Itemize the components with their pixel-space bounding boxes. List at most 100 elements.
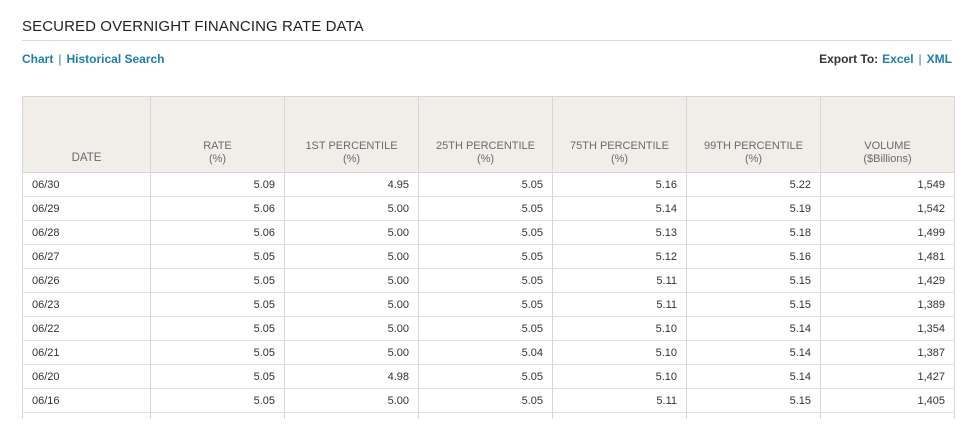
value-cell: 4.95 bbox=[284, 172, 419, 197]
column-header-label: RATE bbox=[203, 140, 232, 152]
value-cell: 5.11 bbox=[552, 388, 687, 413]
column-header-25th-percentile: 25TH PERCENTILE (%) bbox=[418, 96, 553, 173]
value-cell: 5.15 bbox=[686, 292, 821, 317]
value-cell: 5.11 bbox=[552, 268, 687, 293]
value-cell: 5.06 bbox=[150, 196, 285, 221]
value-cell: 5.16 bbox=[686, 244, 821, 269]
value-cell: 5.14 bbox=[686, 316, 821, 341]
chart-link[interactable]: Chart bbox=[22, 52, 53, 66]
column-header-unit: (%) bbox=[342, 153, 361, 165]
empty-cell bbox=[418, 412, 553, 419]
empty-cell bbox=[686, 412, 821, 419]
value-cell: 5.04 bbox=[418, 340, 553, 365]
value-cell: 5.05 bbox=[418, 268, 553, 293]
value-cell: 5.12 bbox=[552, 244, 687, 269]
empty-cell bbox=[820, 412, 955, 419]
column-header-label: 1ST PERCENTILE bbox=[305, 140, 398, 152]
value-cell: 5.05 bbox=[418, 292, 553, 317]
value-cell: 5.00 bbox=[284, 244, 419, 269]
export-label: Export To: bbox=[819, 52, 879, 66]
value-cell: 5.00 bbox=[284, 220, 419, 245]
value-cell: 5.19 bbox=[686, 196, 821, 221]
value-cell: 5.16 bbox=[552, 172, 687, 197]
column-header-unit: (%) bbox=[476, 153, 495, 165]
sofr-data-table: DATE RATE (%) 1ST PERCENTILE (%) 25TH PERCENT… bbox=[22, 96, 955, 419]
value-cell: 1,354 bbox=[820, 316, 955, 341]
column-header-unit: (%) bbox=[744, 153, 763, 165]
column-header-99th-percentile: 99TH PERCENTILE (%) bbox=[686, 96, 821, 173]
value-cell: 5.05 bbox=[150, 268, 285, 293]
value-cell: 1,405 bbox=[820, 388, 955, 413]
date-cell: 06/21 bbox=[22, 340, 151, 365]
value-cell: 5.05 bbox=[150, 292, 285, 317]
value-cell: 5.14 bbox=[552, 196, 687, 221]
value-cell: 1,542 bbox=[820, 196, 955, 221]
title-divider bbox=[22, 40, 952, 41]
column-header-label: 25TH PERCENTILE bbox=[435, 140, 536, 152]
column-header-label: 75TH PERCENTILE bbox=[569, 140, 670, 152]
column-header-label: 99TH PERCENTILE bbox=[703, 140, 804, 152]
date-cell: 06/16 bbox=[22, 388, 151, 413]
column-header-date: DATE bbox=[22, 96, 151, 173]
value-cell: 5.00 bbox=[284, 292, 419, 317]
value-cell: 5.06 bbox=[150, 220, 285, 245]
value-cell: 5.05 bbox=[150, 364, 285, 389]
table-row: 06/21 5.05 5.00 5.04 5.10 5.14 1,387 bbox=[22, 340, 955, 365]
nav-separator: | bbox=[58, 52, 62, 66]
date-cell: 06/23 bbox=[22, 292, 151, 317]
date-cell: 06/28 bbox=[22, 220, 151, 245]
table-row: 06/27 5.05 5.00 5.05 5.12 5.16 1,481 bbox=[22, 244, 955, 269]
value-cell: 1,389 bbox=[820, 292, 955, 317]
value-cell: 5.13 bbox=[552, 220, 687, 245]
value-cell: 5.05 bbox=[418, 220, 553, 245]
empty-cell bbox=[22, 412, 151, 419]
date-cell: 06/22 bbox=[22, 316, 151, 341]
export-xml-link[interactable]: XML bbox=[927, 52, 952, 66]
column-header-unit: (%) bbox=[208, 153, 227, 165]
date-cell: 06/20 bbox=[22, 364, 151, 389]
value-cell: 5.18 bbox=[686, 220, 821, 245]
value-cell: 1,549 bbox=[820, 172, 955, 197]
value-cell: 5.10 bbox=[552, 340, 687, 365]
value-cell: 5.05 bbox=[150, 316, 285, 341]
value-cell: 5.14 bbox=[686, 364, 821, 389]
date-cell: 06/29 bbox=[22, 196, 151, 221]
page-title: SECURED OVERNIGHT FINANCING RATE DATA bbox=[22, 18, 364, 35]
value-cell: 1,387 bbox=[820, 340, 955, 365]
value-cell: 5.00 bbox=[284, 388, 419, 413]
historical-search-link[interactable]: Historical Search bbox=[66, 52, 164, 66]
column-header-volume: VOLUME ($Billions) bbox=[820, 96, 955, 173]
table-row: 06/29 5.06 5.00 5.05 5.14 5.19 1,542 bbox=[22, 196, 955, 221]
table-row: 06/20 5.05 4.98 5.05 5.10 5.14 1,427 bbox=[22, 364, 955, 389]
empty-cell bbox=[552, 412, 687, 419]
date-cell: 06/27 bbox=[22, 244, 151, 269]
date-cell: 06/26 bbox=[22, 268, 151, 293]
column-header-label: VOLUME bbox=[864, 140, 911, 152]
value-cell: 5.05 bbox=[150, 244, 285, 269]
value-cell: 1,429 bbox=[820, 268, 955, 293]
value-cell: 5.05 bbox=[418, 196, 553, 221]
column-header-1st-percentile: 1ST PERCENTILE (%) bbox=[284, 96, 419, 173]
export-excel-link[interactable]: Excel bbox=[882, 52, 913, 66]
export-links: Export To: Excel | XML bbox=[819, 52, 952, 66]
empty-cell bbox=[284, 412, 419, 419]
column-header-rate: RATE (%) bbox=[150, 96, 285, 173]
value-cell: 5.00 bbox=[284, 268, 419, 293]
value-cell: 5.05 bbox=[150, 388, 285, 413]
table-header: DATE RATE (%) 1ST PERCENTILE (%) 25TH PERCENT… bbox=[22, 96, 955, 173]
table-body: 06/30 5.09 4.95 5.05 5.16 5.22 1,549 06/29 5.06 5… bbox=[22, 172, 955, 419]
value-cell: 5.00 bbox=[284, 196, 419, 221]
value-cell: 5.05 bbox=[418, 388, 553, 413]
column-header-unit: ($Billions) bbox=[863, 153, 912, 165]
value-cell: 5.05 bbox=[418, 172, 553, 197]
empty-cell bbox=[150, 412, 285, 419]
value-cell: 5.15 bbox=[686, 268, 821, 293]
value-cell: 5.05 bbox=[418, 244, 553, 269]
table-row: 06/30 5.09 4.95 5.05 5.16 5.22 1,549 bbox=[22, 172, 955, 197]
table-row: 06/23 5.05 5.00 5.05 5.11 5.15 1,389 bbox=[22, 292, 955, 317]
value-cell: 5.10 bbox=[552, 316, 687, 341]
value-cell: 5.15 bbox=[686, 388, 821, 413]
value-cell: 1,481 bbox=[820, 244, 955, 269]
page: SECURED OVERNIGHT FINANCING RATE DATA Ch… bbox=[0, 0, 960, 447]
column-header-75th-percentile: 75TH PERCENTILE (%) bbox=[552, 96, 687, 173]
